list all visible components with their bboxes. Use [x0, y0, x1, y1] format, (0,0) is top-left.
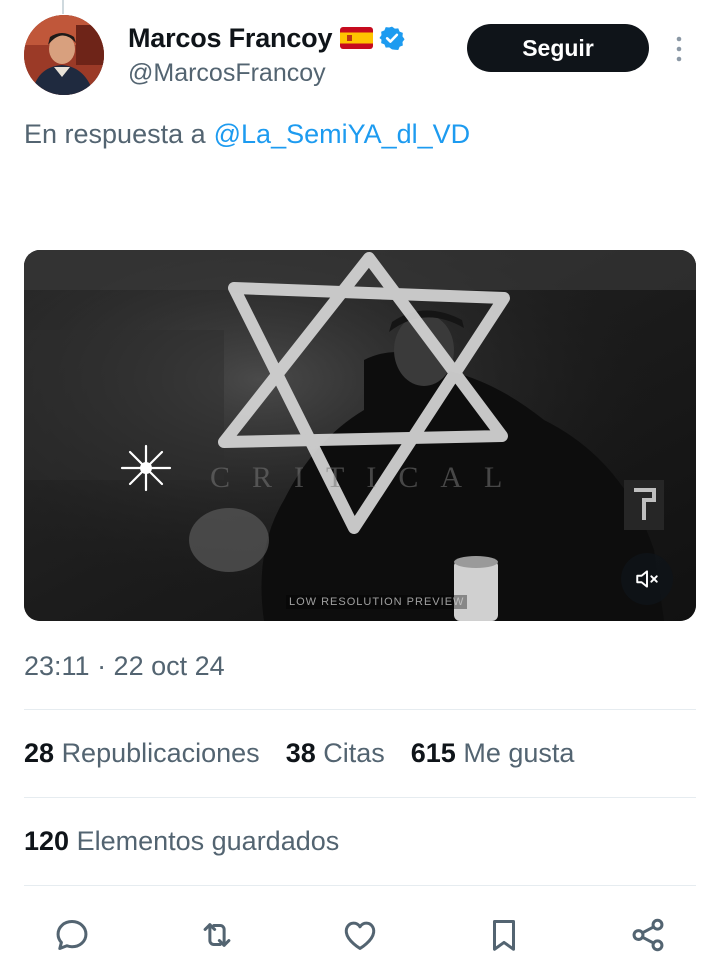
- tweet-timestamp[interactable]: 23:11 · 22 oct 24: [24, 651, 225, 682]
- spain-flag-icon: [340, 27, 374, 49]
- avatar-photo: [24, 15, 104, 95]
- likes-label: Me gusta: [463, 738, 575, 768]
- video-watermark: CRITICAL: [210, 461, 525, 494]
- bookmarks-label: Elementos guardados: [76, 826, 340, 856]
- author-display-name[interactable]: Marcos Francoy: [128, 23, 332, 54]
- quotes-count: 38: [285, 738, 316, 768]
- like-icon[interactable]: [340, 915, 380, 955]
- divider: [24, 709, 696, 710]
- reply-icon[interactable]: [52, 915, 92, 955]
- share-icon[interactable]: [628, 915, 668, 955]
- reply-context: En respuesta a @La_SemiYA_dl_VD: [24, 119, 470, 150]
- reply-prefix: En respuesta a: [24, 119, 206, 149]
- reposts-label: Republicaciones: [61, 738, 260, 768]
- retweet-icon[interactable]: [197, 915, 237, 955]
- volume-muted-icon[interactable]: [621, 553, 673, 605]
- video-preview-label: LOW RESOLUTION PREVIEW: [286, 595, 468, 609]
- likes-stat[interactable]: 615 Me gusta: [411, 738, 575, 769]
- thread-connector-line: [62, 0, 64, 14]
- bookmarks-count: 120: [24, 826, 70, 856]
- reposts-stat[interactable]: 28 Republicaciones: [24, 738, 260, 769]
- quotes-label: Citas: [323, 738, 385, 768]
- divider: [24, 797, 696, 798]
- author-name-row: Marcos Francoy: [128, 21, 405, 55]
- video-player[interactable]: CRITICAL LOW RESOLUTION PREVIEW: [24, 250, 696, 621]
- follow-button[interactable]: Seguir: [467, 24, 649, 72]
- more-options-icon[interactable]: [667, 31, 691, 67]
- engagement-stats: 28 Republicaciones 38 Citas 615 Me gusta: [24, 738, 574, 769]
- quotes-stat[interactable]: 38 Citas: [286, 738, 385, 769]
- tweet-actions-bar: [24, 909, 696, 961]
- verified-badge-icon: [379, 25, 405, 51]
- reply-mention-link[interactable]: @La_SemiYA_dl_VD: [214, 119, 471, 150]
- likes-count: 615: [410, 738, 456, 768]
- author-handle[interactable]: @MarcosFrancoy: [128, 59, 326, 88]
- bookmarks-stat[interactable]: 120 Elementos guardados: [24, 826, 339, 857]
- bookmark-icon[interactable]: [484, 915, 524, 955]
- avatar[interactable]: [24, 15, 104, 95]
- divider: [24, 885, 696, 886]
- video-frame: [24, 250, 696, 621]
- reposts-count: 28: [24, 738, 55, 768]
